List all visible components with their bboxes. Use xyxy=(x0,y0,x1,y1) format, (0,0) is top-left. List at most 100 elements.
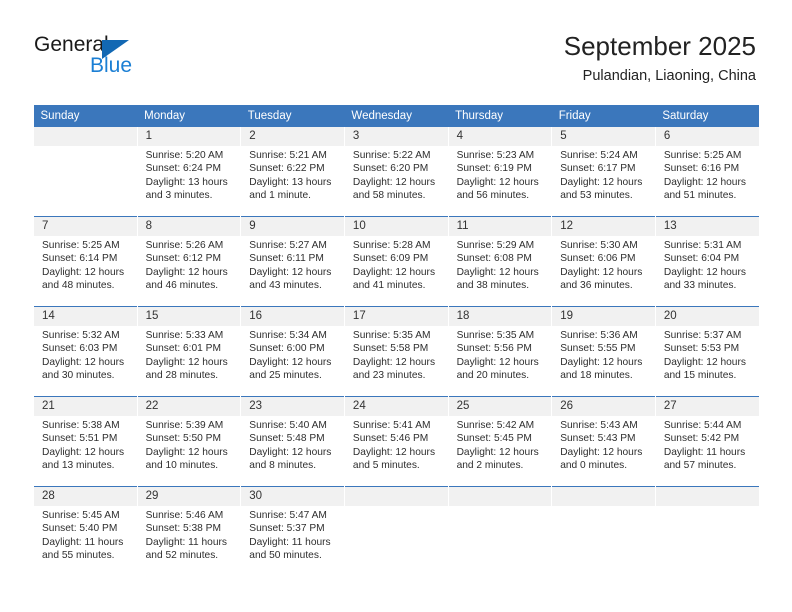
day-number xyxy=(448,487,552,506)
day-cell[interactable]: 5 Sunrise: 5:24 AM Sunset: 6:17 PM Daylight… xyxy=(551,127,656,217)
day-cell[interactable]: 24 Sunrise: 5:41 AM Sunset: 5:46 PM Dayligh… xyxy=(343,396,449,487)
day-cell[interactable]: 23 Sunrise: 5:40 AM Sunset: 5:48 PM Dayligh… xyxy=(240,396,345,487)
day-cell[interactable]: 20 Sunrise: 5:37 AM Sunset: 5:53 PM Dayligh… xyxy=(654,306,759,397)
sunset-text: Sunset: 6:20 PM xyxy=(352,163,429,175)
sunrise-text: Sunrise: 5:31 AM xyxy=(663,240,742,251)
day-cell[interactable]: 13 Sunrise: 5:31 AM Sunset: 6:04 PM Dayligh… xyxy=(654,216,759,307)
day-cell[interactable]: 4 Sunrise: 5:23 AM Sunset: 6:19 PM Daylight… xyxy=(447,127,552,217)
day-cell[interactable]: 22 Sunrise: 5:39 AM Sunset: 5:50 PM Dayligh… xyxy=(136,396,241,487)
sunset-text: Sunset: 6:00 PM xyxy=(249,343,325,355)
sunset-text: Sunset: 5:50 PM xyxy=(145,433,221,445)
sunset-text: Sunset: 6:03 PM xyxy=(42,343,118,355)
day-cell[interactable]: 12 Sunrise: 5:30 AM Sunset: 6:06 PM Dayligh… xyxy=(551,216,656,307)
day-cell[interactable]: 3 Sunrise: 5:22 AM Sunset: 6:20 PM Daylight… xyxy=(343,127,449,217)
calendar-week-row: 28 Sunrise: 5:45 AM Sunset: 5:40 PM Dayligh… xyxy=(33,486,759,576)
title-block: September 2025 Pulandian, Liaoning, Chin… xyxy=(564,30,756,86)
daylight-text-line1: Daylight: 12 hours xyxy=(456,446,539,458)
sunset-text: Sunset: 5:55 PM xyxy=(560,343,636,355)
day-number: 16 xyxy=(241,307,344,326)
sunrise-text: Sunrise: 5:24 AM xyxy=(560,150,638,161)
day-info: Sunrise: 5:42 AM Sunset: 5:45 PM Daylight:… xyxy=(449,416,552,473)
day-info: Sunrise: 5:44 AM Sunset: 5:42 PM Daylight:… xyxy=(656,416,759,473)
day-cell[interactable]: 9 Sunrise: 5:27 AM Sunset: 6:11 PM Daylight… xyxy=(240,216,345,307)
day-cell[interactable]: 15 Sunrise: 5:33 AM Sunset: 6:01 PM Dayligh… xyxy=(136,306,241,397)
day-cell[interactable]: 25 Sunrise: 5:42 AM Sunset: 5:45 PM Dayligh… xyxy=(447,396,552,487)
day-cell[interactable]: 18 Sunrise: 5:35 AM Sunset: 5:56 PM Dayligh… xyxy=(447,306,552,397)
day-cell[interactable]: 1 Sunrise: 5:20 AM Sunset: 6:24 PM Daylight… xyxy=(136,127,241,217)
sunset-text: Sunset: 6:01 PM xyxy=(145,343,221,355)
general-blue-logo[interactable]: General Blue xyxy=(34,33,164,81)
day-info: Sunrise: 5:28 AM Sunset: 6:09 PM Daylight:… xyxy=(345,236,448,293)
day-cell[interactable]: 17 Sunrise: 5:35 AM Sunset: 5:58 PM Dayligh… xyxy=(343,306,449,397)
daylight-text-line1: Daylight: 12 hours xyxy=(560,446,643,458)
day-info: Sunrise: 5:36 AM Sunset: 5:55 PM Daylight:… xyxy=(552,326,655,383)
sunset-text: Sunset: 6:06 PM xyxy=(560,253,636,265)
day-number xyxy=(655,487,759,506)
day-number: 30 xyxy=(241,487,344,506)
sunrise-text: Sunrise: 5:34 AM xyxy=(249,330,327,341)
day-number: 14 xyxy=(34,307,137,326)
day-info: Sunrise: 5:26 AM Sunset: 6:12 PM Daylight:… xyxy=(138,236,241,293)
sunrise-text: Sunrise: 5:46 AM xyxy=(145,510,224,521)
day-info: Sunrise: 5:22 AM Sunset: 6:20 PM Daylight:… xyxy=(345,146,448,203)
day-info: Sunrise: 5:20 AM Sunset: 6:24 PM Daylight:… xyxy=(138,146,241,203)
calendar-week-row: 7 Sunrise: 5:25 AM Sunset: 6:14 PM Daylight… xyxy=(33,216,759,307)
calendar-week-row: 14 Sunrise: 5:32 AM Sunset: 6:03 PM Dayligh… xyxy=(33,306,759,397)
sunset-text: Sunset: 5:51 PM xyxy=(42,433,118,445)
daylight-text-line2: and 1 minute. xyxy=(249,190,312,202)
day-cell[interactable]: 16 Sunrise: 5:34 AM Sunset: 6:00 PM Dayligh… xyxy=(240,306,345,397)
daylight-text-line1: Daylight: 12 hours xyxy=(663,176,746,188)
day-number: 3 xyxy=(344,127,448,146)
daylight-text-line2: and 36 minutes. xyxy=(560,280,633,292)
daylight-text-line2: and 52 minutes. xyxy=(145,550,219,562)
sunset-text: Sunset: 6:24 PM xyxy=(145,163,221,175)
weekday-header-monday: Monday xyxy=(137,105,241,127)
day-cell[interactable]: 27 Sunrise: 5:44 AM Sunset: 5:42 PM Dayligh… xyxy=(654,396,759,487)
sunrise-text: Sunrise: 5:25 AM xyxy=(663,150,742,161)
sunrise-text: Sunrise: 5:29 AM xyxy=(456,240,535,251)
day-info: Sunrise: 5:39 AM Sunset: 5:50 PM Daylight:… xyxy=(138,416,241,473)
day-cell[interactable]: 10 Sunrise: 5:28 AM Sunset: 6:09 PM Dayligh… xyxy=(343,216,449,307)
day-number: 20 xyxy=(655,307,759,326)
day-info: Sunrise: 5:46 AM Sunset: 5:38 PM Daylight:… xyxy=(138,506,241,563)
daylight-text-line2: and 13 minutes. xyxy=(42,460,115,472)
daylight-text-line2: and 10 minutes. xyxy=(145,460,219,472)
sunrise-text: Sunrise: 5:25 AM xyxy=(42,240,120,251)
sunrise-text: Sunrise: 5:38 AM xyxy=(42,420,120,431)
day-number: 15 xyxy=(137,307,241,326)
day-cell[interactable]: 21 Sunrise: 5:38 AM Sunset: 5:51 PM Dayligh… xyxy=(33,396,138,487)
day-cell[interactable]: 30 Sunrise: 5:47 AM Sunset: 5:37 PM Dayligh… xyxy=(240,486,345,576)
sunrise-text: Sunrise: 5:37 AM xyxy=(663,330,742,341)
daylight-text-line1: Daylight: 11 hours xyxy=(42,536,124,548)
day-cell[interactable]: 29 Sunrise: 5:46 AM Sunset: 5:38 PM Dayligh… xyxy=(136,486,241,576)
day-cell[interactable]: 11 Sunrise: 5:29 AM Sunset: 6:08 PM Dayligh… xyxy=(447,216,552,307)
day-cell[interactable]: 28 Sunrise: 5:45 AM Sunset: 5:40 PM Dayligh… xyxy=(33,486,138,576)
sunrise-text: Sunrise: 5:33 AM xyxy=(145,330,224,341)
day-number: 9 xyxy=(241,217,344,236)
day-number: 2 xyxy=(241,127,344,146)
day-cell[interactable]: 7 Sunrise: 5:25 AM Sunset: 6:14 PM Daylight… xyxy=(33,216,138,307)
day-cell[interactable]: 14 Sunrise: 5:32 AM Sunset: 6:03 PM Dayligh… xyxy=(33,306,138,397)
sunset-text: Sunset: 6:12 PM xyxy=(145,253,221,265)
sunrise-text: Sunrise: 5:47 AM xyxy=(249,510,327,521)
sunset-text: Sunset: 5:56 PM xyxy=(456,343,532,355)
daylight-text-line1: Daylight: 12 hours xyxy=(249,446,332,458)
sunrise-text: Sunrise: 5:35 AM xyxy=(352,330,431,341)
day-cell[interactable]: 6 Sunrise: 5:25 AM Sunset: 6:16 PM Daylight… xyxy=(654,127,759,217)
day-cell[interactable]: 26 Sunrise: 5:43 AM Sunset: 5:43 PM Dayligh… xyxy=(551,396,656,487)
day-info: Sunrise: 5:25 AM Sunset: 6:16 PM Daylight:… xyxy=(656,146,759,203)
daylight-text-line1: Daylight: 12 hours xyxy=(42,446,125,458)
daylight-text-line1: Daylight: 12 hours xyxy=(560,266,643,278)
day-number: 23 xyxy=(241,397,344,416)
weekday-header-thursday: Thursday xyxy=(448,105,552,127)
daylight-text-line2: and 8 minutes. xyxy=(249,460,317,472)
day-number: 13 xyxy=(655,217,759,236)
day-number: 8 xyxy=(137,217,241,236)
day-cell[interactable]: 8 Sunrise: 5:26 AM Sunset: 6:12 PM Daylight… xyxy=(136,216,241,307)
day-cell[interactable]: 2 Sunrise: 5:21 AM Sunset: 6:22 PM Daylight… xyxy=(240,127,345,217)
day-number: 26 xyxy=(552,397,655,416)
daylight-text-line1: Daylight: 12 hours xyxy=(560,176,643,188)
daylight-text-line1: Daylight: 11 hours xyxy=(249,536,331,548)
day-cell[interactable]: 19 Sunrise: 5:36 AM Sunset: 5:55 PM Dayligh… xyxy=(551,306,656,397)
daylight-text-line2: and 5 minutes. xyxy=(352,460,420,472)
